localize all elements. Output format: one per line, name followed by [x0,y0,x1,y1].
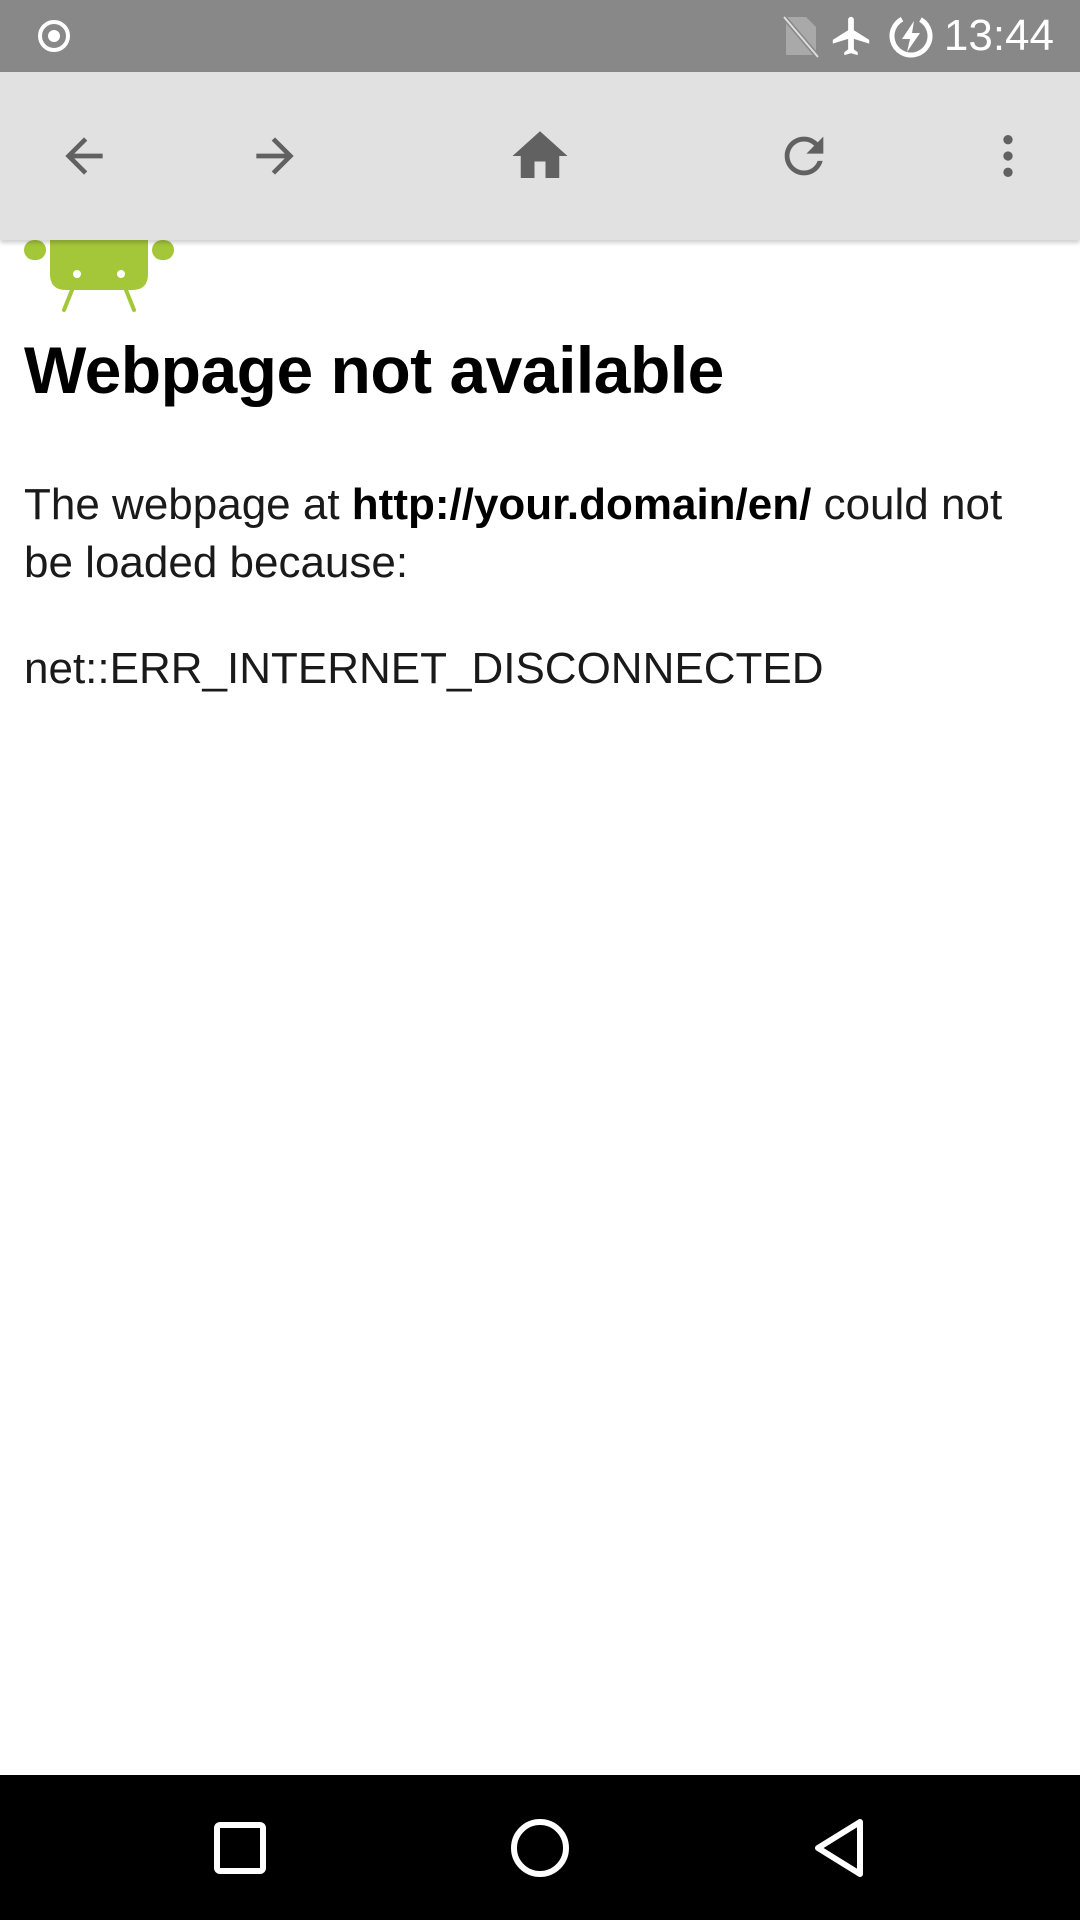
status-bar: 13:44 [0,0,1080,72]
home-button[interactable] [480,72,600,240]
reload-button[interactable] [744,72,864,240]
back-triangle-icon [815,1818,863,1877]
record-indicator-icon [30,0,78,72]
browser-screen: 13:44 Webpage not available The webpage … [0,0,1080,1920]
error-page: Webpage not available The webpage at htt… [0,240,1080,1775]
error-code: net::ERR_INTERNET_DISCONNECTED [24,644,824,693]
home-nav-button[interactable] [470,1775,610,1920]
recent-apps-icon [214,1821,266,1874]
reload-icon [784,136,824,176]
error-description-prefix: The webpage at [24,480,352,529]
error-title: Webpage not available [24,333,724,407]
airplane-mode-icon [826,0,876,72]
back-arrow-icon [65,137,103,175]
system-nav-bar [0,1775,1080,1920]
home-circle-icon [511,1818,569,1877]
browser-toolbar [0,72,1080,240]
home-icon [512,131,568,178]
battery-charging-icon [886,0,936,72]
recent-apps-button[interactable] [170,1775,310,1920]
overflow-menu-button[interactable] [948,72,1068,240]
status-time: 13:44 [943,11,1054,60]
no-sim-icon [778,0,822,72]
forward-button[interactable] [215,72,335,240]
forward-arrow-icon [256,137,294,175]
back-nav-button[interactable] [770,1775,910,1920]
error-description: The webpage at http://your.domain/en/ co… [24,476,1044,592]
overflow-menu-icon [1003,135,1013,177]
back-button[interactable] [24,72,144,240]
error-url: http://your.domain/en/ [351,480,812,529]
android-robot-icon [24,240,174,312]
